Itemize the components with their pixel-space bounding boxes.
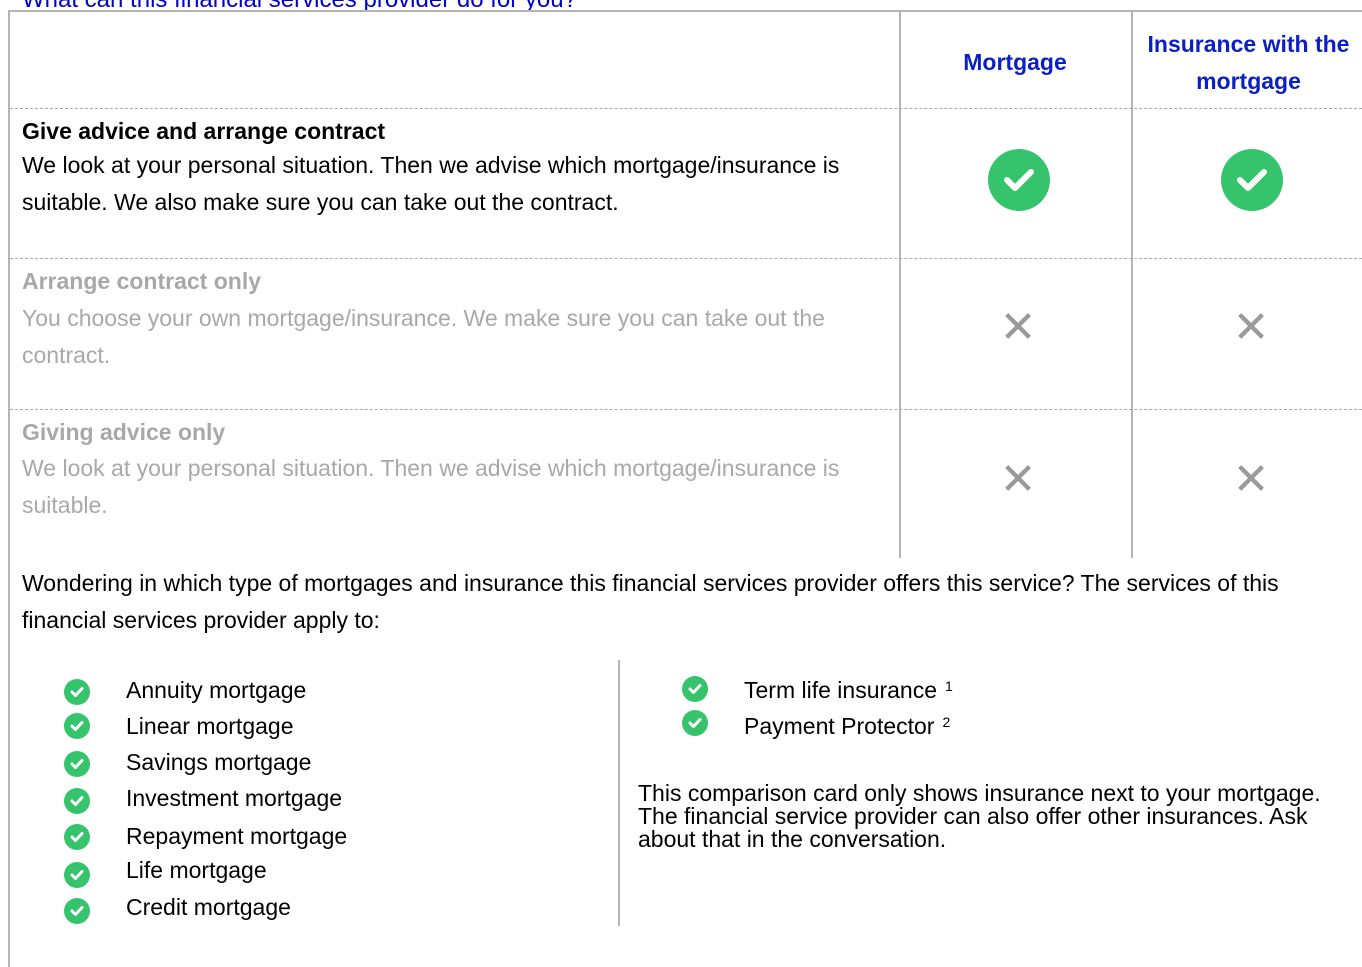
check-circle-icon xyxy=(1221,149,1283,211)
mortgage-type-list: Annuity mortgage Linear mortgage Savings… xyxy=(64,674,464,926)
row-title-advice-and-arrange: Give advice and arrange contract xyxy=(22,118,386,144)
column-header-mortgage: Mortgage xyxy=(963,49,1067,75)
list-item-label: Savings mortgage xyxy=(126,749,312,775)
list-item-label: Repayment mortgage xyxy=(126,823,348,849)
footnote-marker: 2 xyxy=(942,714,951,730)
row-divider xyxy=(10,409,1362,410)
services-divider xyxy=(618,660,620,926)
insurance-type-list: Term life insurance 1 Payment Protector 2 xyxy=(682,674,1282,746)
table-top-border xyxy=(8,10,1362,12)
list-item-label: Linear mortgage xyxy=(126,713,294,739)
check-circle-icon xyxy=(64,679,90,705)
check-circle-icon xyxy=(64,751,90,777)
insurance-note: This comparison card only shows insuranc… xyxy=(638,780,1321,852)
row-description-advice-only: We look at your personal situation. Then… xyxy=(22,455,840,518)
check-circle-icon xyxy=(682,710,708,736)
check-circle-icon xyxy=(64,824,90,850)
check-circle-icon xyxy=(64,788,90,814)
cross-icon: ✕ xyxy=(1232,303,1270,352)
list-item-label: Payment Protector 2 xyxy=(744,713,951,739)
check-circle-icon xyxy=(64,713,90,739)
check-circle-icon xyxy=(682,676,708,702)
cross-icon: ✕ xyxy=(1232,455,1270,504)
list-item-label: Life mortgage xyxy=(126,857,267,883)
row-divider xyxy=(10,258,1362,259)
list-item-label: Investment mortgage xyxy=(126,785,343,811)
check-circle-icon xyxy=(988,149,1050,211)
table-left-border xyxy=(8,10,10,967)
check-circle-icon xyxy=(64,898,90,924)
list-item: Life mortgage xyxy=(64,854,464,890)
column-header-insurance: Insurance with the mortgage xyxy=(1147,31,1350,94)
list-item-label: Credit mortgage xyxy=(126,894,291,920)
list-item-label: Annuity mortgage xyxy=(126,677,307,703)
list-item-label: Term life insurance 1 xyxy=(744,677,953,703)
list-item: Payment Protector 2 xyxy=(682,710,1282,746)
list-item: Repayment mortgage xyxy=(64,818,464,854)
list-item: Savings mortgage xyxy=(64,746,464,782)
cross-icon: ✕ xyxy=(999,455,1037,504)
row-description-advice-and-arrange: We look at your personal situation. Then… xyxy=(22,152,840,215)
list-item: Annuity mortgage xyxy=(64,674,464,710)
column-divider-insurance xyxy=(1131,10,1133,558)
list-item: Linear mortgage xyxy=(64,710,464,746)
footnote-marker: 1 xyxy=(945,678,953,694)
row-title-arrange-only: Arrange contract only xyxy=(22,268,261,294)
services-intro: Wondering in which type of mortgages and… xyxy=(22,570,1279,633)
cross-icon: ✕ xyxy=(999,303,1037,352)
row-description-arrange-only: You choose your own mortgage/insurance. … xyxy=(22,305,825,368)
row-title-advice-only: Giving advice only xyxy=(22,419,226,445)
check-circle-icon xyxy=(64,862,90,888)
row-divider xyxy=(10,108,1362,109)
list-item: Credit mortgage xyxy=(64,890,464,926)
list-item: Term life insurance 1 xyxy=(682,674,1282,710)
list-item: Investment mortgage xyxy=(64,782,464,818)
